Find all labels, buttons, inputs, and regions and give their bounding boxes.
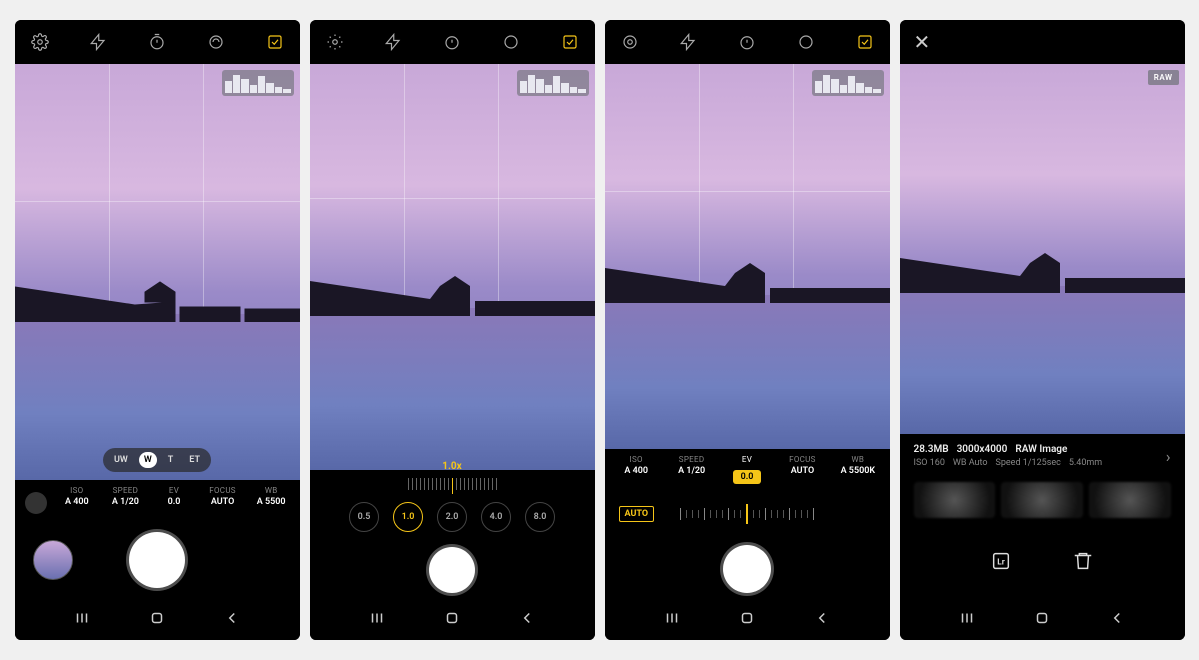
param-iso[interactable]: ISOA 400 xyxy=(609,455,664,484)
zoom-4.0[interactable]: 4.0 xyxy=(481,502,511,532)
back-icon[interactable] xyxy=(813,609,831,631)
histogram xyxy=(222,70,294,96)
gallery-thumb[interactable] xyxy=(33,540,73,580)
timer-icon[interactable] xyxy=(441,31,463,53)
zoom-scale[interactable]: 0.5 1.0 2.0 4.0 8.0 xyxy=(310,470,595,540)
ev-ticks xyxy=(680,504,814,524)
param-focus[interactable]: FOCUSAUTO xyxy=(775,455,830,484)
thumb-strip[interactable] xyxy=(900,478,1185,522)
grid-icon[interactable] xyxy=(559,31,581,53)
svg-text:Lr: Lr xyxy=(997,558,1005,568)
raw-badge: RAW xyxy=(1148,70,1179,85)
ratio-icon[interactable] xyxy=(205,31,227,53)
param-focus[interactable]: FOCUSAUTO xyxy=(198,486,247,514)
camera-screen-main: UW W T ET ISOA 400 SPEEDA 1/20 EV0.0 FOC… xyxy=(15,20,300,640)
camera-screen-zoom: 1.0x 0.5 1.0 2.0 4.0 8.0 xyxy=(310,20,595,640)
home-icon[interactable] xyxy=(443,609,461,631)
image-info: 28.3MB 3000x4000 RAW Image ISO 160 WB Au… xyxy=(900,434,1185,478)
param-iso[interactable]: ISOA 400 xyxy=(53,486,102,514)
param-speed[interactable]: SPEEDA 1/20 xyxy=(101,486,150,514)
back-icon[interactable] xyxy=(223,609,241,631)
zoom-1.0[interactable]: 1.0 xyxy=(393,502,423,532)
zoom-w[interactable]: W xyxy=(139,452,157,468)
recents-icon[interactable] xyxy=(663,609,681,631)
zoom-values: 0.5 1.0 2.0 4.0 8.0 xyxy=(349,502,555,532)
param-wb[interactable]: WBA 5500K xyxy=(830,455,885,484)
shutter-button[interactable] xyxy=(723,545,771,593)
review-screen: ✕ RAW 28.3MB 3000x4000 RAW Image ISO 160… xyxy=(900,20,1185,640)
file-size: 28.3MB xyxy=(914,444,949,455)
recents-icon[interactable] xyxy=(958,609,976,631)
recents-icon[interactable] xyxy=(368,609,386,631)
ev-auto-button[interactable]: AUTO xyxy=(619,506,655,522)
review-actions: Lr xyxy=(900,522,1185,600)
top-toolbar xyxy=(605,20,890,64)
zoom-2.0[interactable]: 2.0 xyxy=(437,502,467,532)
navbar xyxy=(15,600,300,640)
lightroom-icon[interactable]: Lr xyxy=(990,550,1012,572)
info-wb: WB Auto xyxy=(953,458,988,468)
top-toolbar xyxy=(310,20,595,64)
shutter-button[interactable] xyxy=(129,532,185,588)
viewfinder[interactable]: 1.0x xyxy=(310,64,595,470)
shutter-row xyxy=(15,520,300,600)
home-icon[interactable] xyxy=(1033,609,1051,631)
settings-icon[interactable] xyxy=(324,31,346,53)
close-icon[interactable]: ✕ xyxy=(914,30,931,54)
settings-icon[interactable] xyxy=(619,31,641,53)
param-speed[interactable]: SPEEDA 1/20 xyxy=(664,455,719,484)
timer-icon[interactable] xyxy=(146,31,168,53)
flash-icon[interactable] xyxy=(677,31,699,53)
zoom-0.5[interactable]: 0.5 xyxy=(349,502,379,532)
zoom-pill[interactable]: UW W T ET xyxy=(103,448,211,472)
mode-icon[interactable] xyxy=(25,492,47,514)
back-icon[interactable] xyxy=(1108,609,1126,631)
chevron-right-icon[interactable]: › xyxy=(1166,447,1171,466)
params-row: ISOA 400 SPEEDA 1/20 EV0.0 FOCUSAUTO WBA… xyxy=(15,480,300,520)
grid-icon[interactable] xyxy=(854,31,876,53)
top-toolbar: ✕ xyxy=(900,20,1185,64)
param-wb[interactable]: WBA 5500 xyxy=(247,486,296,514)
ratio-icon[interactable] xyxy=(795,31,817,53)
top-toolbar xyxy=(15,20,300,64)
flash-icon[interactable] xyxy=(87,31,109,53)
zoom-uw[interactable]: UW xyxy=(109,452,133,468)
delete-icon[interactable] xyxy=(1072,550,1094,572)
histogram xyxy=(812,70,884,96)
param-ev[interactable]: EV0.0 xyxy=(150,486,199,514)
grid-icon[interactable] xyxy=(264,31,286,53)
camera-screen-ev: ISOA 400 SPEEDA 1/20 EV0.0 FOCUSAUTO WBA… xyxy=(605,20,890,640)
back-icon[interactable] xyxy=(518,609,536,631)
params-row: ISOA 400 SPEEDA 1/20 EV0.0 FOCUSAUTO WBA… xyxy=(605,449,890,490)
ratio-icon[interactable] xyxy=(500,31,522,53)
zoom-8.0[interactable]: 8.0 xyxy=(525,502,555,532)
param-ev[interactable]: EV0.0 xyxy=(719,455,774,484)
image-preview[interactable]: RAW xyxy=(900,64,1185,434)
file-type: RAW Image xyxy=(1015,444,1067,455)
home-icon[interactable] xyxy=(738,609,756,631)
histogram xyxy=(517,70,589,96)
shutter-row xyxy=(310,540,595,600)
settings-icon[interactable] xyxy=(29,31,51,53)
info-iso: ISO 160 xyxy=(914,458,945,468)
shutter-row xyxy=(605,538,890,600)
file-dims: 3000x4000 xyxy=(957,444,1008,455)
info-speed: Speed 1/125sec xyxy=(996,458,1061,468)
home-icon[interactable] xyxy=(148,609,166,631)
recents-icon[interactable] xyxy=(73,609,91,631)
flash-icon[interactable] xyxy=(382,31,404,53)
shutter-button[interactable] xyxy=(429,547,475,593)
zoom-et[interactable]: ET xyxy=(184,452,205,468)
zoom-marker: 1.0x xyxy=(442,461,461,470)
zoom-ticks xyxy=(408,478,497,494)
timer-icon[interactable] xyxy=(736,31,758,53)
navbar xyxy=(900,600,1185,640)
navbar xyxy=(310,600,595,640)
zoom-t[interactable]: T xyxy=(163,452,179,468)
viewfinder[interactable]: UW W T ET xyxy=(15,64,300,480)
ev-scale[interactable]: AUTO xyxy=(605,490,890,538)
info-focal: 5.40mm xyxy=(1069,458,1102,468)
viewfinder[interactable] xyxy=(605,64,890,449)
navbar xyxy=(605,600,890,640)
